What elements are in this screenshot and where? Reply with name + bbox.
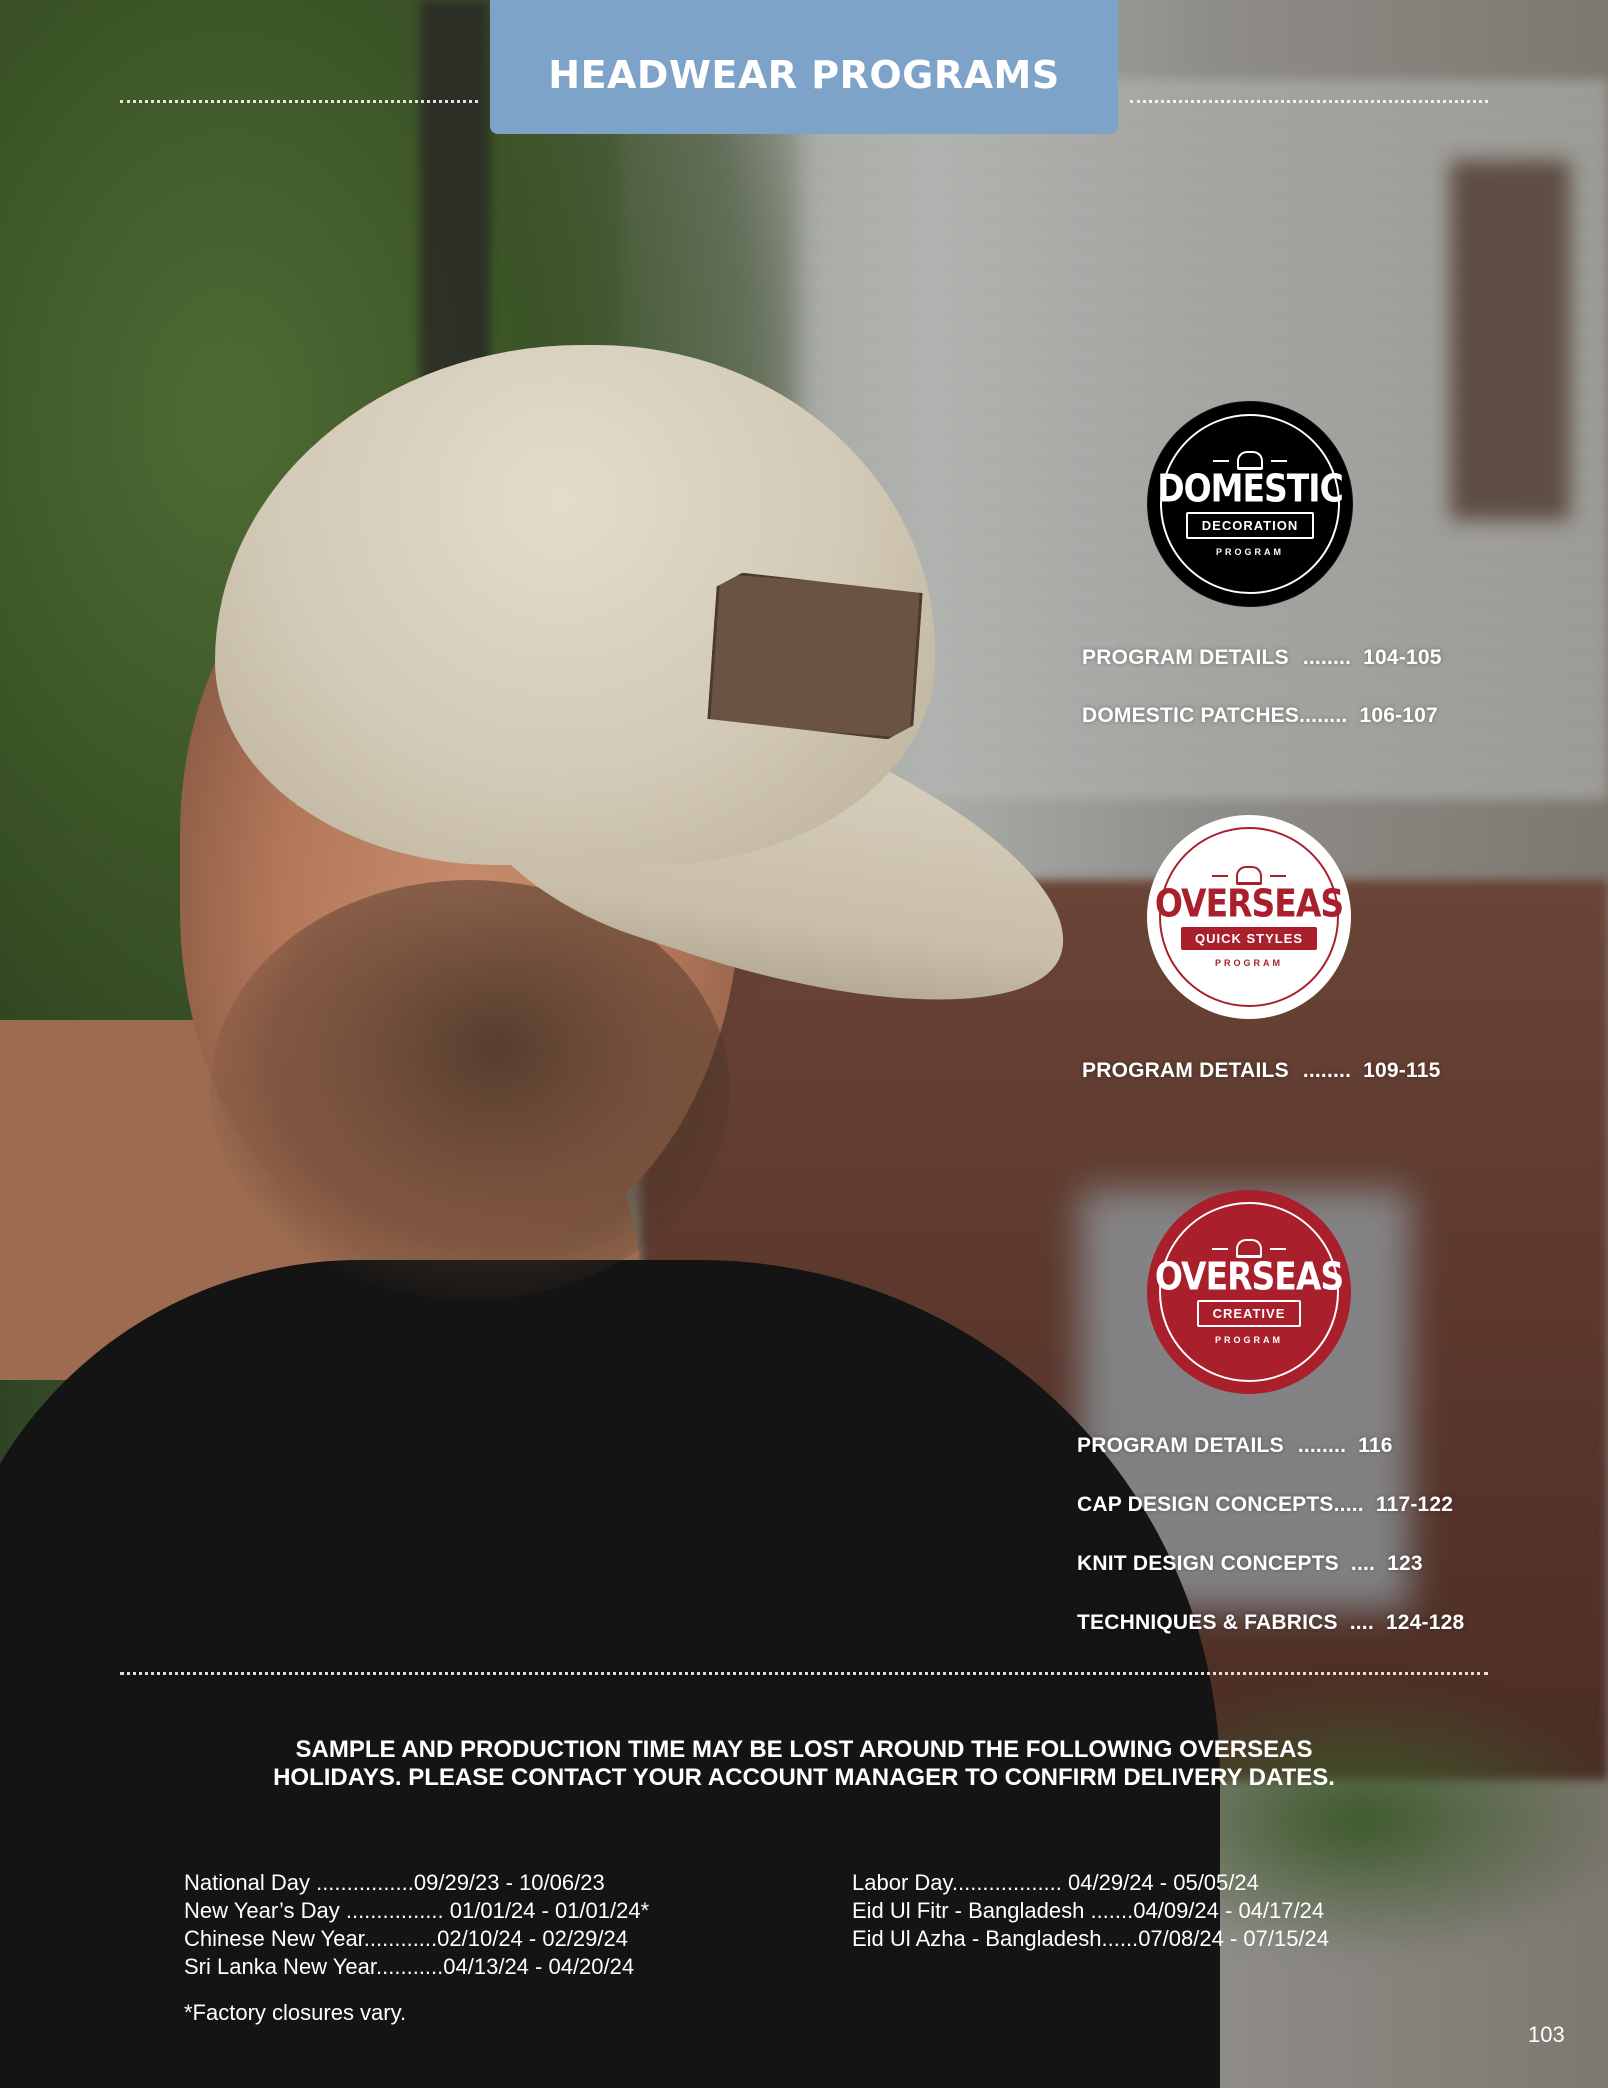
header-divider-left [120,100,478,103]
badge-program: PROGRAM [1216,546,1284,557]
toc-entry-techniques-and-fabrics[interactable]: TECHNIQUES & FABRICS .... 124-128 [1077,1611,1464,1635]
window-shutter [1450,160,1570,520]
overseas-creative-badge: OVERSEAS CREATIVE PROGRAM [1147,1190,1351,1394]
badge-program: PROGRAM [1215,1334,1283,1345]
page-number: 103 [1528,2022,1565,2047]
section-divider [120,1672,1488,1675]
badge-word: OVERSEAS [1154,1254,1344,1299]
holiday-row: New Year’s Day ................ 01/01/24… [184,1898,650,1923]
badge-ribbon: DECORATION [1185,511,1315,539]
cap-leather-patch [707,571,923,741]
holiday-row: Labor Day.................. 04/29/24 - 0… [852,1870,1259,1895]
toc-entry-domestic-program-details[interactable]: PROGRAM DETAILS ........ 104-105 [1082,646,1442,670]
badge-program: PROGRAM [1215,957,1283,968]
toc-entry-cap-design-concepts[interactable]: CAP DESIGN CONCEPTS..... 117-122 [1077,1493,1453,1517]
holiday-row: Chinese New Year............02/10/24 - 0… [184,1926,628,1951]
toc-entry-quick-styles-program-details[interactable]: PROGRAM DETAILS ........ 109-115 [1082,1059,1440,1083]
holiday-notice: SAMPLE AND PRODUCTION TIME MAY BE LOST A… [273,1736,1335,1791]
toc-entry-knit-design-concepts[interactable]: KNIT DESIGN CONCEPTS .... 123 [1077,1552,1423,1576]
header-band: HEADWEAR PROGRAMS [490,0,1118,134]
toc-entry-domestic-patches[interactable]: DOMESTIC PATCHES........ 106-107 [1082,704,1438,728]
badge-ribbon: CREATIVE [1196,1299,1302,1327]
footnote: *Factory closures vary. [184,2000,407,2025]
domestic-decoration-badge: DOMESTIC DECORATION PROGRAM [1147,401,1353,607]
holiday-list-left: National Day ................09/29/23 - … [184,1869,649,1981]
holiday-row: Eid Ul Fitr - Bangladesh .......04/09/24… [852,1898,1325,1923]
page-title: HEADWEAR PROGRAMS [548,53,1060,97]
overseas-quick-styles-badge: OVERSEAS QUICK STYLES PROGRAM [1147,815,1351,1019]
badge-word: OVERSEAS [1154,881,1344,926]
header-divider-right [1130,100,1488,103]
badge-ribbon: QUICK STYLES [1180,926,1318,950]
badge-word: DOMESTIC [1157,466,1344,511]
holiday-row: Sri Lanka New Year...........04/13/24 - … [184,1954,635,1979]
person-beard [210,880,730,1300]
holiday-row: Eid Ul Azha - Bangladesh......07/08/24 -… [852,1926,1330,1951]
holiday-list-right: Labor Day.................. 04/29/24 - 0… [852,1869,1329,1953]
toc-entry-creative-program-details[interactable]: PROGRAM DETAILS ........ 116 [1077,1434,1393,1458]
holiday-row: National Day ................09/29/23 - … [184,1870,605,1895]
